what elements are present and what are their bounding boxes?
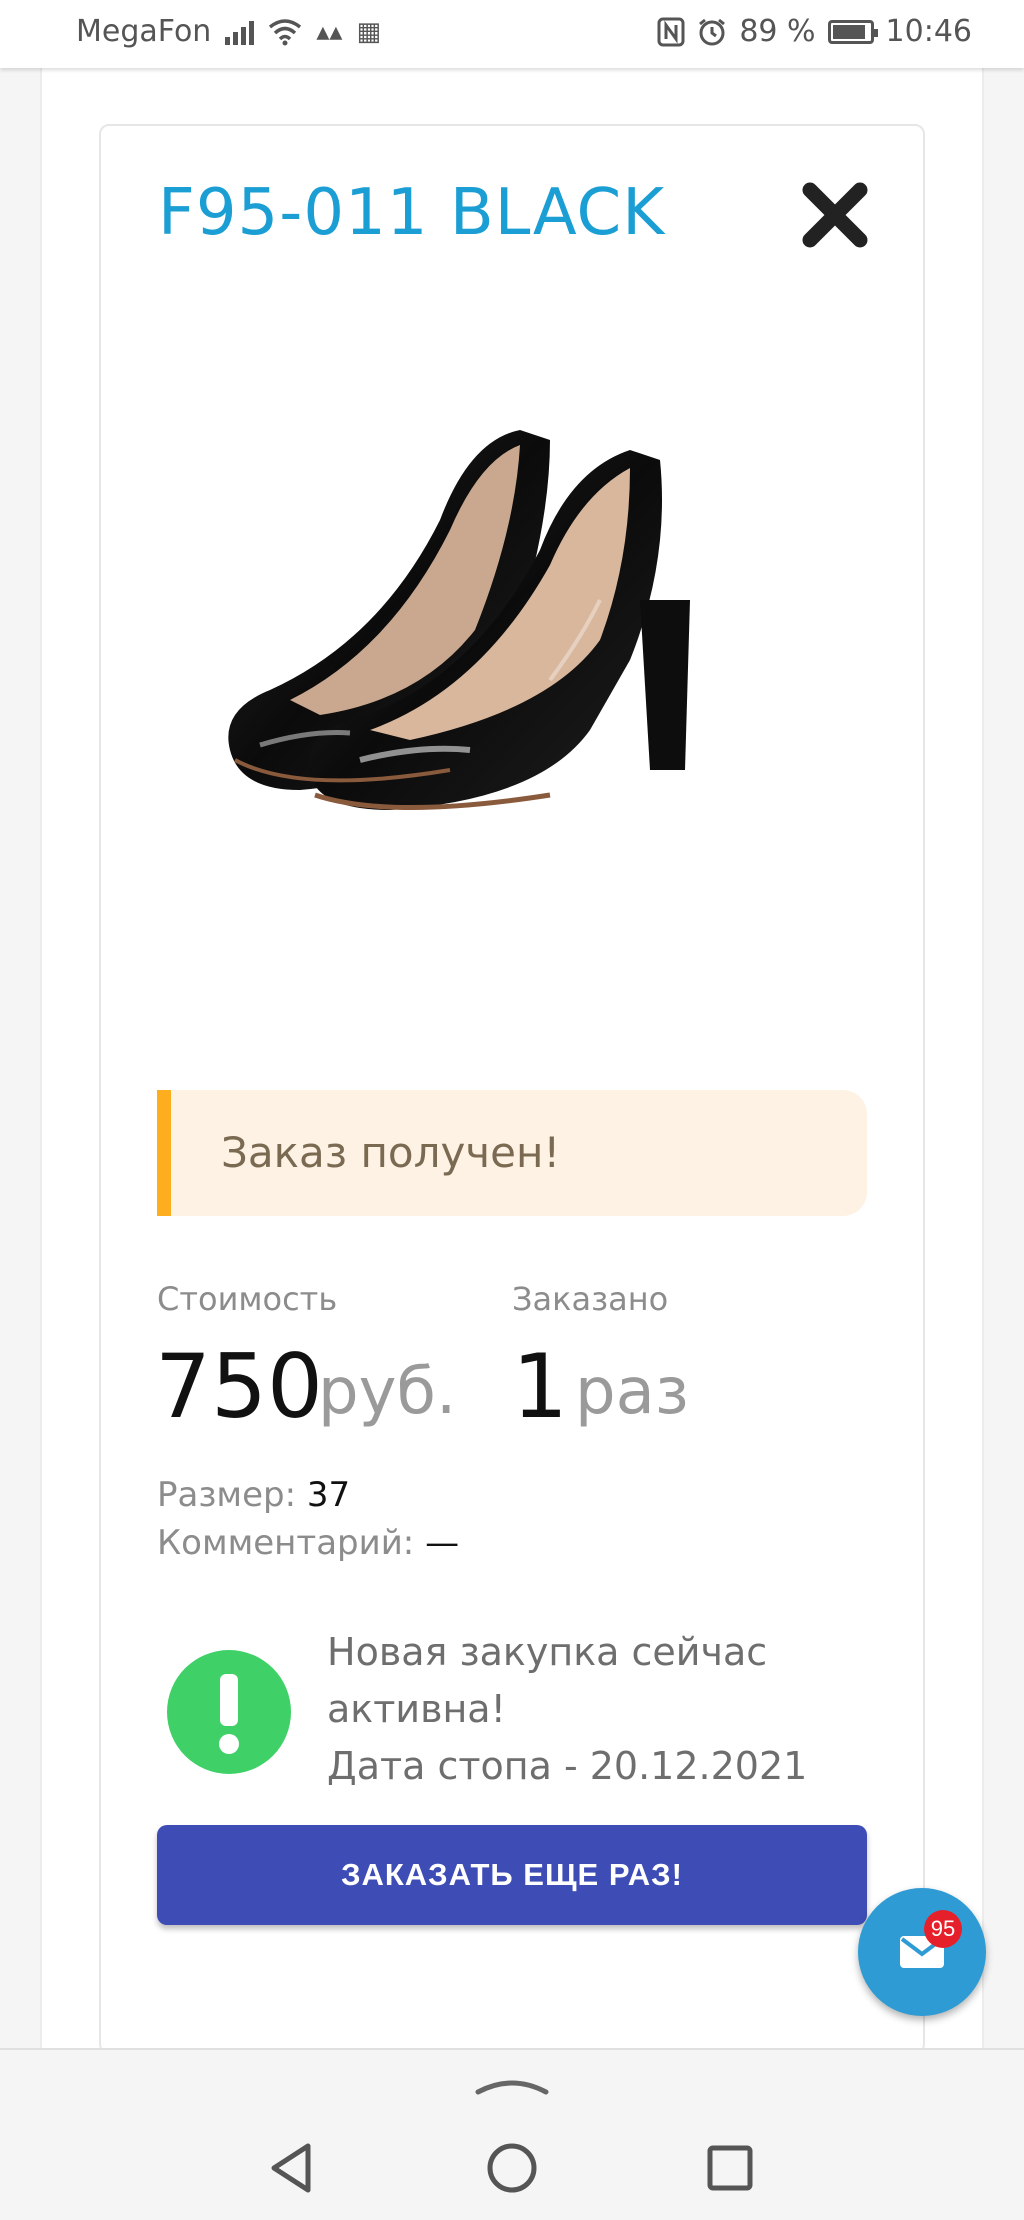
battery-percent: 89 % [739,14,816,49]
messages-fab[interactable]: 95 [858,1888,986,2016]
product-title: F95-011 BLACK [158,176,666,250]
size-label: Размер: [157,1475,297,1515]
signal-icon [225,19,255,45]
order-again-button[interactable]: ЗАКАЗАТЬ ЕЩЕ РАЗ! [157,1825,867,1925]
unread-badge: 95 [924,1910,962,1948]
system-nav-bar [0,2048,1024,2220]
comment-row: Комментарий: — [157,1523,459,1563]
size-row: Размер: 37 [157,1475,350,1515]
alert-text: Заказ получен! [221,1128,561,1177]
purchase-status-line2: активна! [327,1687,506,1731]
clock: 10:46 [885,14,972,49]
cost-unit: руб. [318,1355,457,1429]
alarm-icon [699,18,726,45]
purchase-status-line1: Новая закупка сейчас [327,1630,768,1674]
app-notification-icon: ▴▴ [316,16,343,47]
recents-icon[interactable] [706,2144,754,2192]
ordered-value: 1 [512,1335,568,1438]
nfc-icon [657,17,685,46]
status-bar: MegaFon ▴▴ ▦ 89 % 10:46 [0,0,1024,68]
cost-label: Стоимость [157,1280,338,1318]
cost-value: 750 [155,1335,323,1438]
wifi-icon [269,18,302,45]
order-received-alert: Заказ получен! [157,1090,867,1216]
ordered-unit: раз [575,1355,689,1429]
exclamation-icon [167,1650,291,1774]
carrier-name: MegaFon [76,14,212,49]
comment-value: — [425,1523,460,1563]
home-icon[interactable] [486,2142,538,2194]
close-icon[interactable] [800,180,870,250]
product-image [228,430,690,810]
comment-label: Комментарий: [157,1523,415,1563]
ordered-label: Заказано [512,1280,669,1318]
back-icon[interactable] [268,2142,316,2194]
qr-icon: ▦ [356,16,382,47]
stop-date: Дата стопа - 20.12.2021 [327,1744,808,1788]
battery-icon [827,19,878,44]
size-value: 37 [306,1475,351,1515]
chevron-up-icon[interactable] [474,2074,550,2098]
